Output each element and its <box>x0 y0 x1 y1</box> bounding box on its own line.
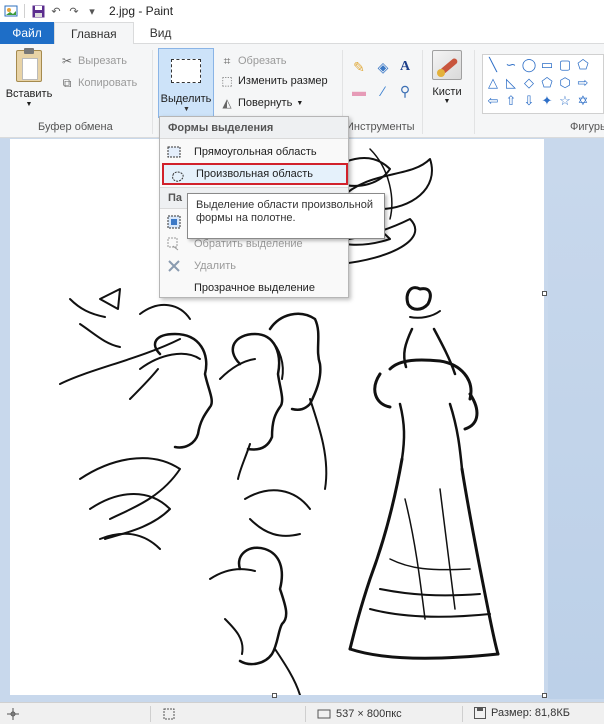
image-dimensions-icon <box>317 709 331 719</box>
rectangle-select-icon <box>171 59 201 83</box>
resize-icon: ⬚ <box>221 74 233 88</box>
customize-qat-icon[interactable]: ▾ <box>85 4 99 18</box>
text-icon[interactable]: A <box>396 58 414 76</box>
crop-icon: ⌗ <box>223 53 231 68</box>
canvas-resize-handle-bottom[interactable] <box>272 693 277 698</box>
resize-label: Изменить размер <box>238 75 328 87</box>
paint-app-icon <box>4 4 18 18</box>
line-shape-icon[interactable]: ╲ <box>485 57 501 73</box>
shapes-group-label: Фигуры <box>570 121 604 133</box>
rounded-rectangle-shape-icon[interactable]: ▢ <box>557 57 573 73</box>
left-arrow-shape-icon[interactable]: ⇦ <box>485 93 501 109</box>
selection-size-icon <box>162 707 176 721</box>
delete-x-icon <box>167 259 181 273</box>
polygon-shape-icon[interactable]: ⬠ <box>575 57 591 73</box>
chevron-down-icon: ▼ <box>25 101 33 108</box>
canvas-resize-handle-corner[interactable] <box>542 693 547 698</box>
menu-item-transparent-selection[interactable]: Прозрачное выделение <box>160 277 348 299</box>
image-dimensions-label: 537 × 800пкс <box>336 708 402 720</box>
file-size: Размер: 81,8КБ <box>474 707 570 719</box>
diamond-shape-icon[interactable]: ◇ <box>521 75 537 91</box>
hexagon-shape-icon[interactable]: ⬡ <box>557 75 573 91</box>
rotate-icon: ◭ <box>222 96 232 110</box>
save-icon[interactable] <box>31 4 45 18</box>
right-triangle-shape-icon[interactable]: ◺ <box>503 75 519 91</box>
selection-shapes-header: Формы выделения <box>160 117 348 139</box>
color-picker-icon[interactable]: ⁄ <box>374 82 392 100</box>
curve-shape-icon[interactable]: ∽ <box>503 57 519 73</box>
menu-item-delete[interactable]: Удалить <box>160 255 348 277</box>
rotate-button[interactable]: ◭ Повернуть ▼ <box>220 94 303 112</box>
cut-label: Вырезать <box>78 55 127 67</box>
right-arrow-shape-icon[interactable]: ⇨ <box>575 75 591 91</box>
oval-shape-icon[interactable]: ◯ <box>521 57 537 73</box>
brush-icon <box>432 50 462 80</box>
tools-group-label: Инструменты <box>346 121 415 133</box>
chevron-down-icon: ▼ <box>443 98 451 105</box>
eraser-icon[interactable]: ▬ <box>350 82 368 100</box>
quick-access-toolbar: ↶ ↷ ▾ <box>0 4 99 18</box>
select-label: Выделить <box>160 93 212 105</box>
crop-label: Обрезать <box>238 55 287 67</box>
menu-item-rectangular-selection[interactable]: Прямоугольная область <box>160 141 348 163</box>
pencil-icon[interactable]: ✎ <box>350 58 368 76</box>
menu-item-label: Прямоугольная область <box>194 146 317 158</box>
resize-button[interactable]: ⬚ Изменить размер <box>220 72 328 90</box>
up-arrow-shape-icon[interactable]: ⇧ <box>503 93 519 109</box>
freeform-tooltip: Выделение области произвольной формы на … <box>187 193 385 239</box>
undo-icon[interactable]: ↶ <box>49 4 63 18</box>
file-size-label: Размер: 81,8КБ <box>491 707 570 719</box>
brushes-button[interactable]: Кисти ▼ <box>430 50 464 105</box>
shapes-gallery: ╲ ∽ ◯ ▭ ▢ ⬠ △ ◺ ◇ ⬠ ⬡ ⇨ ⇦ ⇧ ⇩ ✦ ☆ ✡ <box>482 54 604 114</box>
copy-label: Копировать <box>78 77 138 89</box>
fill-icon[interactable]: ◈ <box>374 58 392 76</box>
menu-item-freeform-selection[interactable]: Произвольная область <box>162 163 348 185</box>
save-icon <box>474 707 486 719</box>
tab-view[interactable]: Вид <box>134 22 188 44</box>
canvas-resize-handle-right[interactable] <box>542 291 547 296</box>
scissors-icon: ✂ <box>61 54 73 68</box>
menu-item-label: Обратить выделение <box>194 238 303 250</box>
paste-label: Вставить <box>5 88 53 100</box>
select-button[interactable]: Выделить ▼ <box>158 48 214 118</box>
status-bar: 537 × 800пкс Размер: 81,8КБ <box>0 702 604 724</box>
pentagon-shape-icon[interactable]: ⬠ <box>539 75 555 91</box>
freeform-select-icon <box>171 169 185 183</box>
clipboard-group-label: Буфер обмена <box>38 121 113 133</box>
menu-item-label: Произвольная область <box>196 168 314 180</box>
paste-button[interactable]: Вставить ▼ <box>5 48 53 108</box>
chevron-down-icon: ▼ <box>183 106 190 113</box>
redo-icon[interactable]: ↷ <box>67 4 81 18</box>
tab-file[interactable]: Файл <box>0 22 54 44</box>
menu-item-label: Удалить <box>194 260 236 272</box>
menu-item-label: Прозрачное выделение <box>194 282 315 294</box>
image-dimensions: 537 × 800пкс <box>317 707 402 721</box>
ribbon-tabs: Файл Главная Вид <box>0 22 604 45</box>
copy-icon: ⧉ <box>62 75 72 90</box>
tab-home[interactable]: Главная <box>54 22 134 45</box>
down-arrow-shape-icon[interactable]: ⇩ <box>521 93 537 109</box>
brushes-label: Кисти <box>432 86 462 98</box>
window-title: 2.jpg - Paint <box>109 4 174 18</box>
triangle-shape-icon[interactable]: △ <box>485 75 501 91</box>
six-point-star-shape-icon[interactable]: ✡ <box>575 93 591 109</box>
cursor-position-icon <box>6 707 20 721</box>
rectangle-select-icon <box>167 145 181 159</box>
four-point-star-shape-icon[interactable]: ✦ <box>539 93 555 109</box>
rectangle-shape-icon[interactable]: ▭ <box>539 57 555 73</box>
rotate-label: Повернуть <box>238 97 293 109</box>
five-point-star-shape-icon[interactable]: ☆ <box>557 93 573 109</box>
cut-button[interactable]: ✂ Вырезать <box>60 52 127 70</box>
clipboard-icon <box>16 48 42 82</box>
title-bar: ↶ ↷ ▾ 2.jpg - Paint <box>0 0 604 22</box>
invert-selection-icon <box>167 237 181 251</box>
select-all-icon <box>167 215 181 229</box>
crop-button[interactable]: ⌗ Обрезать <box>220 52 287 70</box>
magnifier-icon[interactable]: ⚲ <box>396 82 414 100</box>
chevron-down-icon: ▼ <box>296 99 304 107</box>
copy-button[interactable]: ⧉ Копировать <box>60 74 138 92</box>
